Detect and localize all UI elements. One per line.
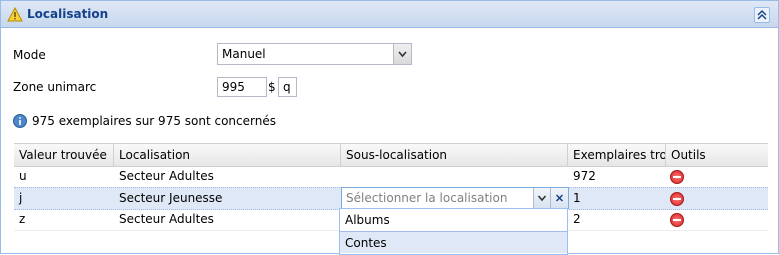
grid-header: Valeur trouvée Localisation Sous-localis… [14, 143, 768, 167]
chevron-down-icon [537, 195, 547, 202]
delete-icon[interactable] [670, 170, 684, 184]
mode-label: Mode [13, 48, 46, 62]
column-valeur[interactable]: Valeur trouvée [14, 144, 114, 166]
chevron-up-icon [757, 9, 767, 20]
delete-icon[interactable] [670, 213, 684, 227]
zone-label: Zone unimarc [13, 80, 97, 94]
panel-header: Localisation [1, 1, 778, 28]
column-exemplaires[interactable]: Exemplaires tro... [568, 144, 666, 166]
sous-localisation-placeholder: Sélectionner la localisation [346, 191, 508, 205]
close-icon [555, 194, 564, 202]
collapse-button[interactable] [754, 7, 770, 23]
info-text: 975 exemplaires sur 975 sont concernés [32, 114, 276, 128]
dropdown-option[interactable]: Contes [340, 231, 567, 253]
chevron-down-icon [398, 51, 407, 58]
zone-value: 995 [222, 80, 245, 94]
column-localisation[interactable]: Localisation [114, 144, 341, 166]
mode-dropdown-trigger[interactable] [393, 44, 411, 64]
table-row[interactable]: u Secteur Adultes 972 [14, 166, 768, 188]
zone-input[interactable]: 995 [217, 77, 267, 97]
cell-localisation: Secteur Adultes [119, 212, 214, 226]
column-outils[interactable]: Outils [666, 144, 768, 166]
cell-localisation: Secteur Adultes [119, 169, 214, 183]
cell-exemplaires: 1 [573, 191, 581, 205]
subfield-input[interactable]: q [278, 77, 297, 97]
warning-icon [7, 7, 23, 22]
sous-localisation-dropdown-list: Albums Contes [339, 208, 568, 255]
clear-button[interactable] [550, 188, 568, 208]
mode-select[interactable]: Manuel [217, 43, 412, 65]
panel-title: Localisation [27, 7, 109, 21]
cell-localisation: Secteur Jeunesse [119, 191, 223, 205]
cell-sous-localisation[interactable] [341, 166, 346, 187]
subfield-value: q [283, 80, 291, 94]
sous-localisation-combo[interactable]: Sélectionner la localisation [341, 187, 569, 209]
sous-localisation-dropdown-trigger[interactable] [533, 188, 550, 208]
dropdown-option[interactable]: Albums [340, 209, 567, 231]
cell-exemplaires: 2 [573, 212, 581, 226]
localisation-panel: Localisation Mode Manuel Zone unimarc 99… [0, 0, 779, 255]
subfield-separator: $ [268, 80, 276, 94]
cell-valeur: z [19, 212, 26, 226]
column-sous-localisation[interactable]: Sous-localisation [341, 144, 568, 166]
cell-valeur: u [19, 169, 27, 183]
cell-valeur: j [19, 191, 23, 205]
mode-value: Manuel [222, 47, 266, 61]
delete-icon[interactable] [670, 192, 684, 206]
info-icon [13, 114, 27, 128]
cell-exemplaires: 972 [573, 169, 596, 183]
